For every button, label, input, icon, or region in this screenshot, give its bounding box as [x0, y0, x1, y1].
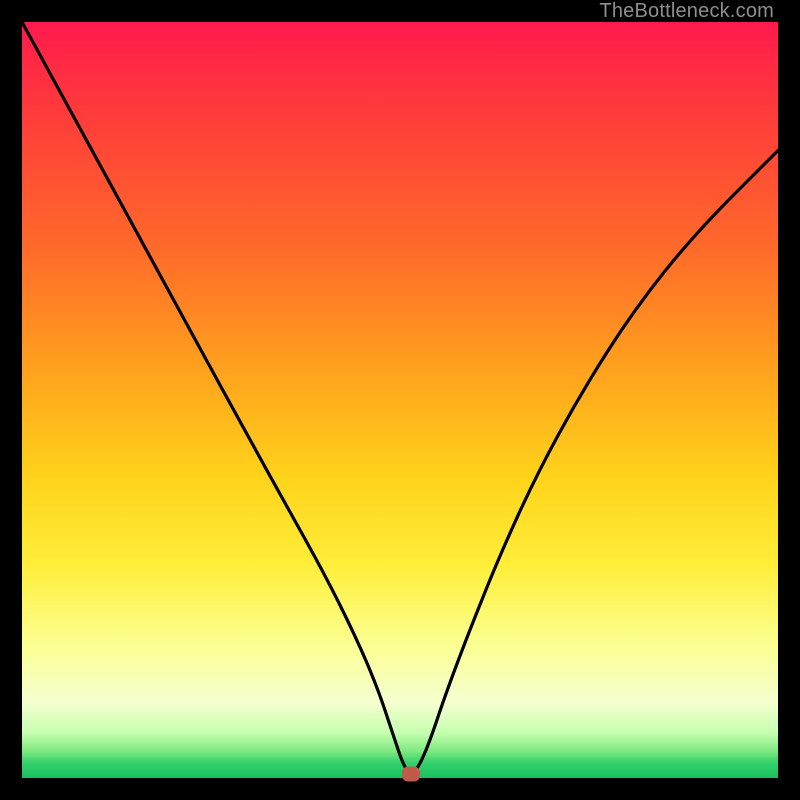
- watermark-text: TheBottleneck.com: [599, 0, 774, 23]
- bottleneck-curve: [22, 22, 778, 778]
- optimum-marker: [402, 767, 420, 782]
- curve-path: [22, 22, 778, 772]
- plot-area: [22, 22, 778, 778]
- chart-frame: TheBottleneck.com: [0, 0, 800, 800]
